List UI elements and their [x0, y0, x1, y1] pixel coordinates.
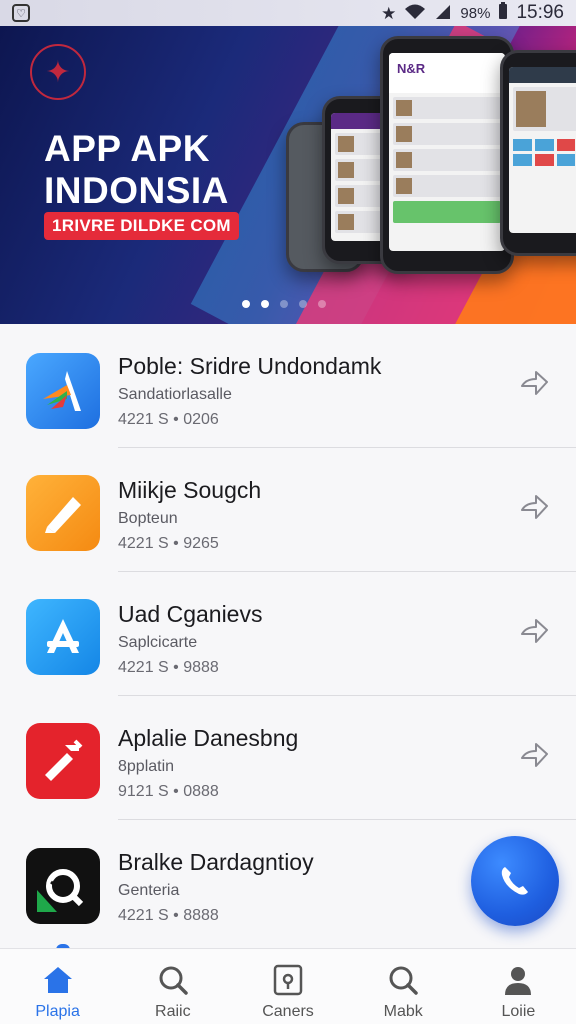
list-item-text: Bralke Dardagntioy Genteria 4221 S • 888…	[118, 848, 314, 925]
hero-headline: APP APK INDONSIA	[44, 128, 229, 212]
nav-item-caners[interactable]: Caners	[230, 949, 345, 1024]
compass-logo-icon: ✦	[30, 44, 86, 100]
app-meta: 9121 S • 0888	[118, 783, 219, 800]
nav-label: Plapia	[35, 1003, 80, 1020]
share-icon[interactable]	[518, 616, 550, 648]
nav-label: Raiic	[155, 1003, 191, 1020]
star-icon: ★	[381, 3, 397, 23]
app-screen: ♡ ★ 98% 15:96 ✦ APP APK INDONSIA 1RIVRE …	[0, 0, 576, 1024]
list-item-text: Aplalie Danesbng 8pplatin 9121 S • 0888	[118, 724, 298, 801]
nav-label: Caners	[262, 1003, 314, 1020]
search-icon	[389, 966, 418, 995]
share-icon[interactable]	[518, 492, 550, 524]
battery-icon	[498, 1, 508, 25]
app-store-icon	[26, 599, 100, 675]
search-icon	[159, 966, 188, 995]
battery-level: 98%	[460, 4, 491, 22]
call-fab-button[interactable]	[471, 836, 559, 926]
app-subtitle: Saplcicarte	[118, 634, 198, 651]
hero-url-pill: 1RIVRE DILDKE COM	[44, 212, 239, 240]
list-item-text: Uad Cganievs Saplcicarte 4221 S • 9888	[118, 600, 262, 677]
phone-mockup-center: N&R	[380, 36, 514, 274]
carousel-dot[interactable]	[242, 300, 250, 308]
hammer-icon	[26, 723, 100, 799]
app-title: Bralke Dardagntioy	[118, 849, 314, 875]
nav-label: Mabk	[383, 1003, 423, 1020]
wifi-icon	[404, 3, 426, 24]
carousel-dots	[242, 300, 326, 308]
phone-mockup-right	[500, 50, 576, 256]
pencil-icon	[26, 475, 100, 551]
share-icon[interactable]	[518, 740, 550, 772]
hero-headline-line2: INDONSIA	[44, 170, 229, 211]
signal-icon	[434, 3, 452, 24]
list-item[interactable]: Miikje Sougch Boptеun 4221 S • 9265	[0, 448, 576, 572]
list-item-text: Poble: Sridre Undondamk Sandatiorlasalle…	[118, 352, 381, 429]
search-app-icon	[26, 848, 100, 924]
list-item[interactable]: Uad Cganievs Saplcicarte 4221 S • 9888	[0, 572, 576, 696]
carousel-dot[interactable]	[299, 300, 307, 308]
carousel-dot[interactable]	[280, 300, 288, 308]
camera-icon	[273, 964, 303, 996]
app-title: Uad Cganievs	[118, 601, 263, 627]
app-subtitle: Sandatiorlasalle	[118, 386, 232, 403]
app-notification-icon: ♡	[12, 4, 30, 22]
list-item[interactable]: Aplalie Danesbng 8pplatin 9121 S • 0888	[0, 696, 576, 820]
app-title: Aplalie Danesbng	[118, 725, 299, 751]
hero-banner[interactable]: ✦ APP APK INDONSIA 1RIVRE DILDKE COM N&R	[0, 26, 576, 324]
share-icon[interactable]	[518, 368, 550, 400]
user-icon	[505, 967, 532, 995]
clock: 15:96	[516, 2, 564, 23]
app-meta: 4221 S • 0206	[118, 411, 219, 428]
app-title: Poble: Sridre Undondamk	[118, 353, 382, 379]
nav-label: Loiie	[501, 1003, 536, 1020]
app-meta: 4221 S • 9265	[118, 535, 219, 552]
app-meta: 4221 S • 9888	[118, 659, 219, 676]
app-subtitle: 8pplatin	[118, 758, 175, 775]
nav-item-raiic[interactable]: Raiic	[115, 949, 230, 1024]
bottom-navigation: Plapia Raiic Caners Mabk Loiie	[0, 948, 576, 1024]
app-subtitle: Genteria	[118, 882, 180, 899]
nav-item-mabk[interactable]: Mabk	[346, 949, 461, 1024]
phone-icon	[501, 867, 528, 895]
phone-brand-label: N&R	[389, 53, 505, 93]
status-bar: ♡ ★ 98% 15:96	[0, 0, 576, 26]
list-item[interactable]: Poble: Sridre Undondamk Sandatiorlasalle…	[0, 324, 576, 448]
nav-item-loiie[interactable]: Loiie	[461, 949, 576, 1024]
status-icons: ★ 98% 15:96	[381, 1, 564, 25]
app-title: Miikje Sougch	[118, 477, 262, 503]
carousel-dot[interactable]	[261, 300, 269, 308]
app-subtitle: Boptеun	[118, 510, 178, 527]
carousel-dot[interactable]	[318, 300, 326, 308]
pen-tool-icon	[26, 353, 100, 429]
app-meta: 4221 S • 8888	[118, 907, 219, 924]
nav-item-home[interactable]: Plapia	[0, 949, 115, 1024]
hero-headline-line1: APP APK	[44, 128, 210, 169]
list-item-text: Miikje Sougch Boptеun 4221 S • 9265	[118, 476, 261, 553]
home-icon	[43, 967, 72, 993]
